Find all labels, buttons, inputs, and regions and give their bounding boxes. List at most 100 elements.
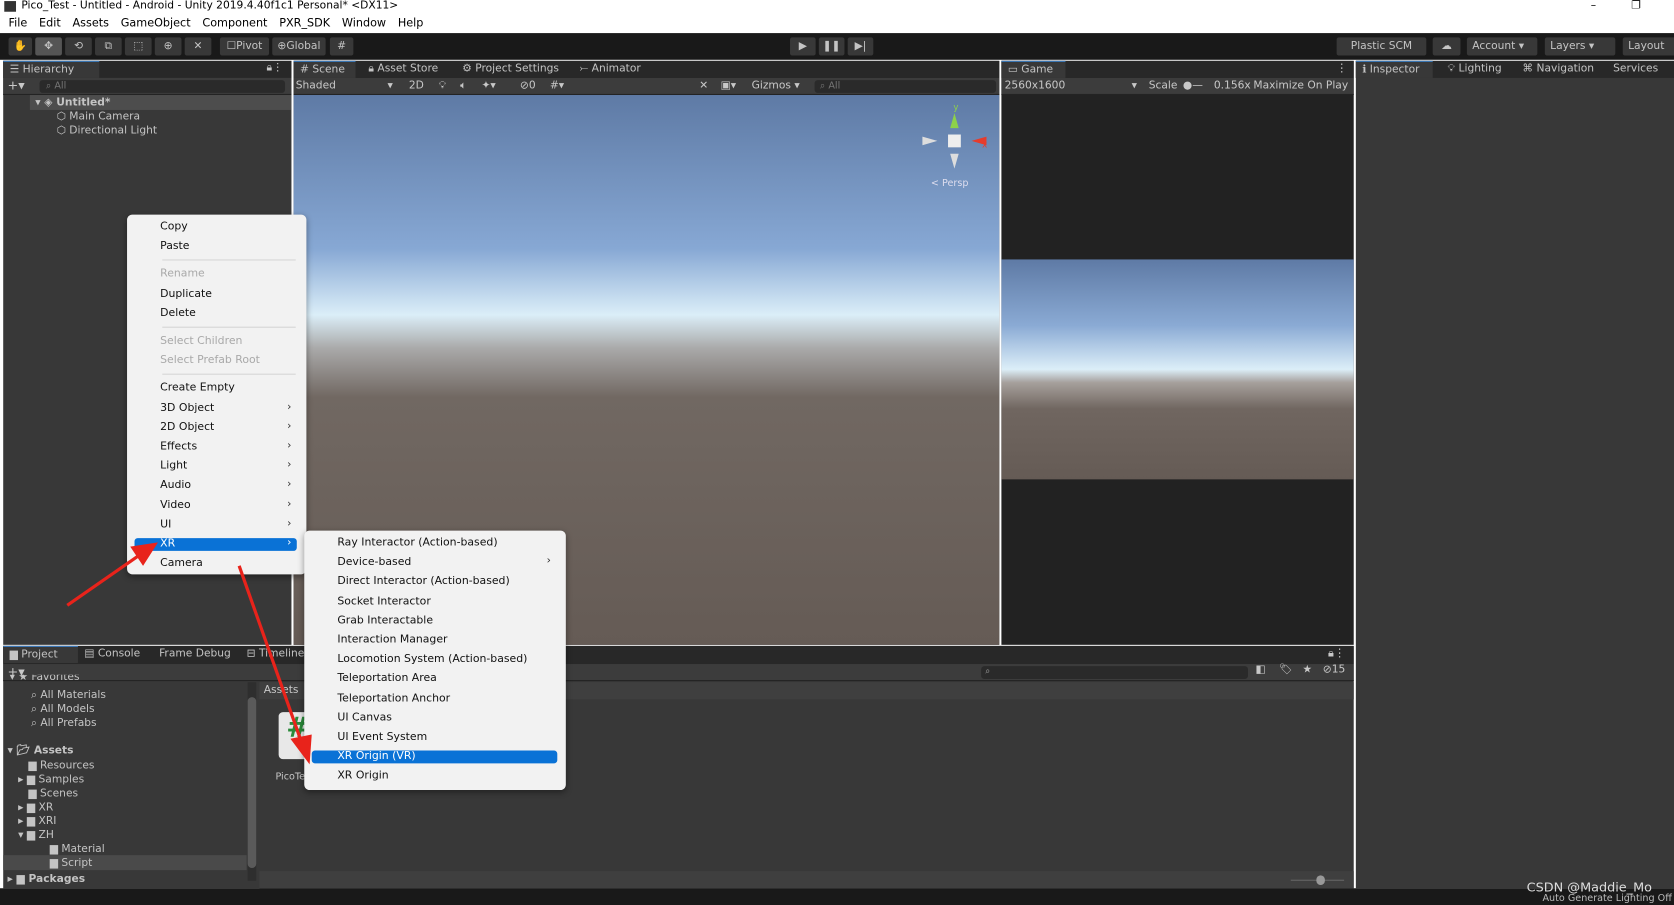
project-tree-scrollbar[interactable] [247, 682, 257, 881]
snap-icon[interactable]: # [329, 37, 354, 56]
account-dropdown[interactable]: Account ▾ [1466, 37, 1538, 56]
maximize-on-play-toggle[interactable]: Maximize On Play [1253, 78, 1348, 94]
menu-item-xr[interactable]: XR [160, 535, 175, 553]
audio-toggle-icon[interactable]: 🔈︎ [460, 78, 466, 94]
tab-console[interactable]: ▤ Console [78, 646, 147, 663]
favorite-item[interactable]: ⌕ All Materials [31, 689, 106, 703]
assets-root[interactable]: ▾ 📂︎ Assets [7, 744, 73, 758]
project-folder[interactable]: ▸ ▆ XRI [18, 815, 56, 829]
hierarchy-item[interactable]: ⬡ Directional Light [57, 124, 158, 138]
tab-game[interactable]: ▭ Game [1001, 60, 1066, 78]
project-search-input[interactable]: ⌕ [981, 666, 1249, 679]
move-tool-icon[interactable]: ✥ [35, 37, 62, 56]
tab-hierarchy[interactable]: ☰ Hierarchy [3, 60, 100, 78]
menu-item-create-empty[interactable]: Create Empty [160, 379, 235, 397]
cloud-icon[interactable]: ☁ [1432, 37, 1461, 56]
menu-item-2d-object[interactable]: 2D Object [160, 418, 214, 436]
menu-item-3d-object[interactable]: 3D Object [160, 399, 214, 417]
menu-item-teleportation-anchor[interactable]: Teleportation Anchor [337, 689, 450, 707]
project-folder[interactable]: ▆ Resources [18, 759, 94, 773]
project-folder[interactable]: ▾ ▆ ZH [18, 828, 54, 842]
menu-file[interactable]: File [9, 17, 28, 30]
restore-button[interactable]: ❐ [1631, 0, 1641, 13]
layers-dropdown[interactable]: Layers ▾ [1544, 37, 1616, 56]
lock-icon[interactable]: 🔒︎⋮ [1328, 647, 1345, 661]
minimize-button[interactable]: – [1591, 0, 1596, 13]
2d-toggle[interactable]: 2D [409, 78, 424, 94]
menu-pxr-sdk[interactable]: PXR_SDK [279, 17, 330, 30]
tools-icon[interactable]: ✕ [699, 78, 708, 94]
menu-item-copy[interactable]: Copy [160, 218, 188, 236]
layout-dropdown[interactable]: Layout [1622, 37, 1674, 56]
hand-tool-icon[interactable]: ✋ [8, 37, 33, 56]
project-folder[interactable]: ▆ Script [40, 856, 93, 870]
menu-help[interactable]: Help [398, 17, 424, 30]
tab-services[interactable]: Services [1607, 61, 1665, 78]
menu-item-direct-interactor-action-based[interactable]: Direct Interactor (Action-based) [337, 573, 509, 591]
rotate-tool-icon[interactable]: ⟲ [65, 37, 92, 56]
menu-item-light[interactable]: Light [160, 457, 187, 475]
menu-item-socket-interactor[interactable]: Socket Interactor [337, 592, 430, 610]
hierarchy-item[interactable]: ⬡ Main Camera [57, 110, 141, 124]
favorite-icon[interactable]: ★ [1302, 664, 1312, 676]
menu-item-ui[interactable]: UI [160, 515, 171, 533]
menu-item-delete[interactable]: Delete [160, 304, 196, 322]
step-button[interactable]: ▶| [847, 37, 874, 56]
menu-item-grab-interactable[interactable]: Grab Interactable [337, 612, 433, 630]
menu-item-paste[interactable]: Paste [160, 237, 189, 255]
favorite-item[interactable]: ⌕ All Models [31, 702, 95, 716]
tab-timeline[interactable]: ⊟ Timeline [240, 646, 311, 663]
gizmos-dropdown[interactable]: Gizmos ▾ [752, 78, 800, 94]
menu-assets[interactable]: Assets [73, 17, 109, 30]
tab-lighting[interactable]: 💡︎ Lighting [1441, 61, 1508, 78]
scale-slider[interactable]: ●— [1183, 78, 1203, 94]
menu-item-teleportation-area[interactable]: Teleportation Area [337, 670, 436, 688]
project-folder[interactable]: ▆ Material [40, 842, 105, 856]
rect-tool-icon[interactable]: ⬚ [124, 37, 152, 56]
filter-type-icon[interactable]: ◧ [1255, 664, 1265, 676]
hidden-packages-toggle[interactable]: ⊘15 [1323, 664, 1346, 676]
effects-toggle-icon[interactable]: ✦▾ [481, 78, 495, 94]
hidden-objects-toggle[interactable]: ⊘0 [520, 78, 536, 94]
slider-handle[interactable] [1316, 875, 1325, 886]
grid-toggle-icon[interactable]: #▾ [550, 78, 564, 94]
menu-gameobject[interactable]: GameObject [121, 17, 191, 30]
add-button[interactable]: +▾ [7, 78, 24, 93]
lighting-toggle-icon[interactable]: 💡︎ [439, 78, 446, 94]
tab-project[interactable]: ▆ Project [3, 645, 78, 663]
filter-label-icon[interactable]: 🏷︎ [1279, 664, 1293, 676]
packages-root[interactable]: ▸ ▆ Packages [7, 872, 85, 886]
tab-scene[interactable]: # Scene [293, 60, 356, 78]
menu-window[interactable]: Window [342, 17, 386, 30]
shading-dropdown[interactable]: Shaded ▾ [296, 78, 393, 94]
lock-icon[interactable]: 🔒︎⋮ [267, 62, 283, 74]
menu-edit[interactable]: Edit [39, 17, 61, 30]
tab-asset-store[interactable]: 🔒︎ Asset Store [362, 61, 445, 78]
favorites-item[interactable]: ▾ ★ Favorites [10, 675, 80, 684]
more-icon[interactable]: ⋮ [1336, 62, 1347, 75]
global-button[interactable]: ⊕Global [272, 37, 326, 56]
menu-item-ray-interactor-action-based[interactable]: Ray Interactor (Action-based) [337, 534, 497, 552]
project-folder[interactable]: ▸ ▆ Samples [18, 773, 84, 787]
scale-tool-icon[interactable]: ⧉ [95, 37, 122, 56]
menu-item-video[interactable]: Video [160, 496, 190, 514]
project-folder[interactable]: ▆ Scenes [18, 787, 78, 801]
scene-root[interactable]: ▾ ◈ Untitled* [35, 96, 110, 110]
tab-frame-debug[interactable]: Frame Debug [153, 646, 238, 663]
menu-item-interaction-manager[interactable]: Interaction Manager [337, 631, 447, 649]
scene-search-input[interactable]: ⌕ All [814, 80, 997, 93]
favorite-item[interactable]: ⌕ All Prefabs [31, 716, 97, 730]
tab-animator[interactable]: ⤚ Animator [573, 61, 647, 78]
menu-item-xr-origin-vr[interactable]: XR Origin (VR) [337, 748, 415, 766]
tab-project-settings[interactable]: ⚙ Project Settings [456, 61, 566, 78]
camera-dropdown-icon[interactable]: ▣▾ [721, 78, 736, 94]
transform-tool-icon[interactable]: ⊕ [154, 37, 182, 56]
play-button[interactable]: ▶ [790, 37, 816, 56]
menu-component[interactable]: Component [202, 17, 267, 30]
menu-item-device-based[interactable]: Device-based [337, 553, 411, 571]
custom-tool-icon[interactable]: ✕ [184, 37, 212, 56]
asset-label[interactable]: PicoTe [275, 772, 305, 783]
project-folder[interactable]: ▸ ▆ XR [18, 801, 53, 815]
tab-inspector[interactable]: ℹ Inspector [1355, 60, 1433, 78]
menu-item-ui-canvas[interactable]: UI Canvas [337, 709, 392, 727]
